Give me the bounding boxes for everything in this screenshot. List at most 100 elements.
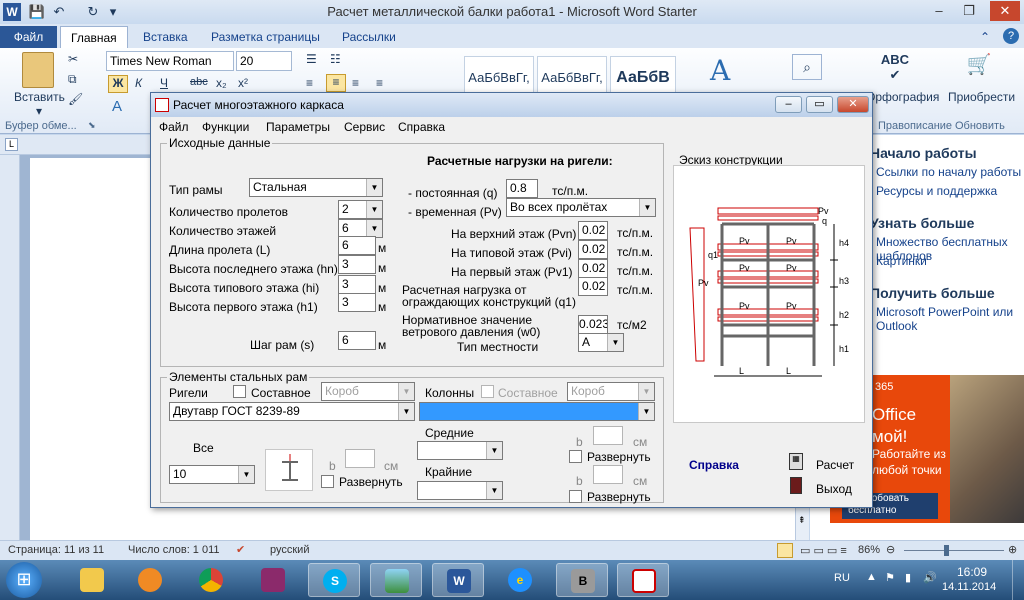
font-size-box[interactable]: 20 [236, 51, 292, 71]
vertical-ruler[interactable] [0, 155, 20, 540]
frame-type-select[interactable]: Стальная ▼ [249, 178, 383, 197]
format-painter-icon[interactable]: 🖌 [68, 92, 83, 106]
purchase-icon[interactable]: 🛒 [964, 52, 994, 86]
copy-icon[interactable]: ⧉ [68, 72, 77, 87]
justify-icon[interactable]: ≡ [376, 76, 383, 90]
zoom-in-icon[interactable]: ⊕ [1008, 543, 1017, 556]
exit-button[interactable]: Выход [816, 482, 852, 496]
proofing-status-icon[interactable]: ✔ [236, 543, 245, 556]
taskbar-app-b[interactable]: B [556, 563, 608, 597]
strikethrough-button[interactable]: abc [190, 76, 208, 88]
temporary-load-select[interactable]: Во всех пролётах ▼ [506, 198, 656, 217]
tray-expand-icon[interactable]: ▲ [866, 571, 877, 583]
bullets-icon[interactable]: ☰ [306, 52, 317, 66]
italic-button[interactable]: К [135, 76, 142, 90]
q1-input[interactable]: 0.02 [578, 277, 608, 296]
dialog-app-icon[interactable] [155, 98, 169, 112]
pv1-input[interactable]: 0.02 [578, 259, 608, 278]
status-words[interactable]: Число слов: 1 011 [128, 544, 220, 556]
panel-link-support[interactable]: Ресурсы и поддержка [876, 184, 997, 198]
numbering-icon[interactable]: ☷ [330, 52, 341, 66]
panel-link-start[interactable]: Ссылки по началу работы [876, 165, 1021, 179]
panel-link-ppt[interactable]: Microsoft PowerPoint или Outlook [876, 305, 1024, 333]
dialog-minimize-icon[interactable]: – [775, 96, 802, 113]
spelling-label[interactable]: Орфография [866, 90, 939, 104]
menu-service[interactable]: Сервис [344, 120, 385, 134]
menu-parameters[interactable]: Параметры [266, 120, 330, 134]
help-link[interactable]: Справка [689, 458, 739, 472]
tab-insert[interactable]: Вставка [133, 26, 198, 48]
subscript-button[interactable]: x₂ [216, 76, 227, 90]
span-length-input[interactable]: 6 [338, 236, 376, 255]
tab-mailings[interactable]: Рассылки [332, 26, 406, 48]
align-right-icon[interactable]: ≡ [352, 76, 359, 90]
first-floor-height-input[interactable]: 3 [338, 293, 376, 312]
status-page[interactable]: Страница: 11 из 11 [8, 544, 104, 556]
expand-edge-checkbox[interactable] [569, 490, 582, 503]
typical-floor-height-input[interactable]: 3 [338, 275, 376, 294]
b-input-all[interactable] [345, 449, 375, 468]
dialog-maximize-icon[interactable]: ▭ [806, 96, 833, 113]
top-floor-height-input[interactable]: 3 [338, 255, 376, 274]
spans-select[interactable]: 2 ▼ [338, 200, 383, 219]
column-profile-select[interactable]: ▼ [419, 402, 655, 421]
ribbon-collapse-icon[interactable]: ⌃ [980, 30, 990, 44]
close-icon[interactable]: ✕ [990, 1, 1020, 21]
superscript-button[interactable]: x² [238, 76, 248, 90]
beams-box-select[interactable]: Короб ▼ [321, 382, 415, 401]
middle-columns-select[interactable]: ▼ [417, 441, 503, 460]
zoom-thumb[interactable] [944, 545, 949, 556]
menu-file[interactable]: Файл [159, 120, 189, 134]
align-left-icon[interactable]: ≡ [306, 76, 313, 90]
panel-link-clipart[interactable]: Картинки [876, 254, 927, 268]
all-profile-select[interactable]: 10 ▼ [169, 465, 255, 484]
align-center-icon[interactable]: ≡ [326, 74, 346, 92]
network-icon[interactable]: ▮ [905, 571, 911, 584]
show-desktop-button[interactable] [1012, 560, 1024, 600]
zoom-level[interactable]: 86% [858, 544, 880, 556]
taskbar-word[interactable]: W [432, 563, 484, 597]
taskbar-frame-calc[interactable] [617, 563, 669, 597]
taskbar-photos[interactable] [370, 563, 422, 597]
edge-columns-select[interactable]: ▼ [417, 481, 503, 500]
terrain-select[interactable]: A ▼ [578, 333, 624, 352]
tab-page-layout[interactable]: Разметка страницы [201, 26, 330, 48]
zoom-out-icon[interactable]: ⊖ [886, 543, 895, 556]
start-icon[interactable]: ⊞ [6, 562, 42, 598]
zoom-slider[interactable] [904, 550, 1004, 551]
tab-file[interactable]: Файл [0, 26, 57, 48]
frame-step-input[interactable]: 6 [338, 331, 376, 350]
bold-button[interactable]: Ж [108, 75, 128, 93]
calculator-icon[interactable]: ▦ [789, 453, 803, 470]
columns-box-select[interactable]: Короб ▼ [567, 382, 655, 401]
minimize-icon[interactable]: – [927, 1, 951, 21]
view-icons[interactable]: ▭ ▭ ▭ ≡ [800, 544, 847, 557]
b-input-middle[interactable] [593, 426, 623, 445]
cut-icon[interactable]: ✂ [68, 52, 78, 66]
tab-home[interactable]: Главная [60, 26, 128, 48]
exit-door-icon[interactable] [790, 477, 802, 494]
taskbar-chrome[interactable] [185, 563, 237, 597]
page-nav-icon[interactable]: ⇞ [798, 515, 806, 526]
pvi-input[interactable]: 0.02 [578, 240, 608, 259]
menu-help[interactable]: Справка [398, 120, 445, 134]
paste-dropdown-icon[interactable]: ▾ [36, 104, 42, 118]
font-name-box[interactable]: Times New Roman [106, 51, 234, 71]
b-input-edge[interactable] [593, 465, 623, 484]
underline-button[interactable]: Ч [160, 76, 168, 90]
taskbar-explorer[interactable] [66, 563, 118, 597]
calculate-button[interactable]: Расчет [816, 458, 854, 472]
w0-input[interactable]: 0.023 [578, 315, 608, 334]
find-icon[interactable]: ⌕ [792, 54, 822, 80]
clock-time[interactable]: 16:09 [957, 565, 987, 579]
tab-selector-icon[interactable]: L [5, 138, 18, 151]
volume-icon[interactable]: 🔊 [923, 571, 937, 584]
status-language[interactable]: русский [270, 544, 309, 556]
menu-functions[interactable]: Функции [202, 120, 249, 134]
taskbar-ie[interactable]: e [494, 563, 546, 597]
expand-middle-checkbox[interactable] [569, 450, 582, 463]
dialog-close-icon[interactable]: ✕ [837, 96, 869, 113]
expand-all-checkbox[interactable] [321, 475, 334, 488]
help-icon[interactable]: ? [1003, 28, 1019, 44]
maximize-icon[interactable]: ❐ [957, 1, 981, 21]
